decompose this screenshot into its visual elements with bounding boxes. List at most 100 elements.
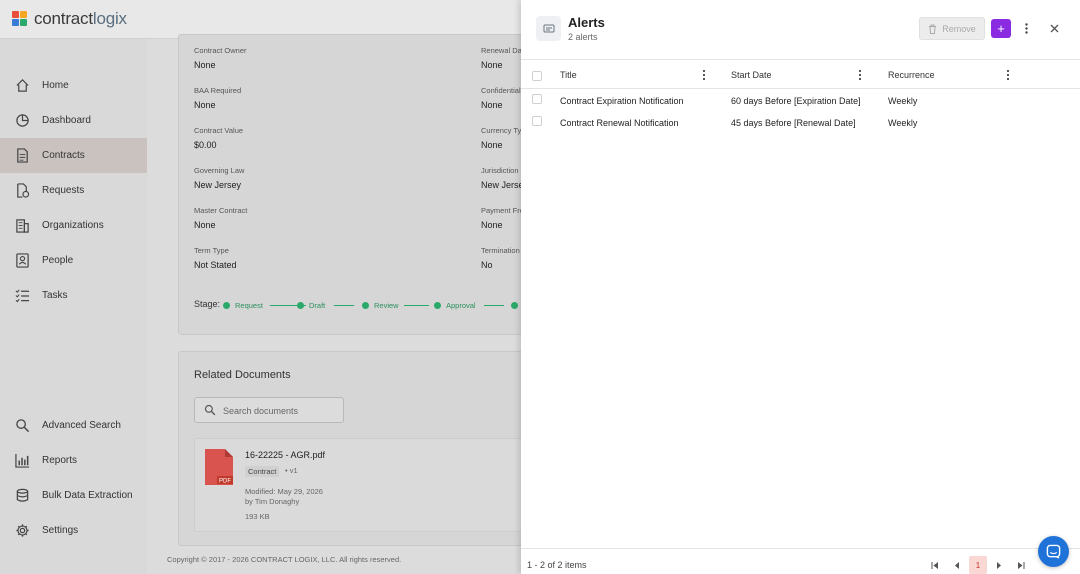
column-menu-icon[interactable] bbox=[857, 68, 863, 82]
field-value: None bbox=[481, 60, 503, 70]
alerts-count: 2 alerts bbox=[568, 32, 598, 42]
search-icon bbox=[16, 419, 30, 433]
stage-connector bbox=[404, 305, 429, 306]
first-page-button[interactable] bbox=[926, 556, 944, 574]
stage-approval[interactable]: Approval bbox=[446, 301, 476, 310]
alert-title[interactable]: Contract Renewal Notification bbox=[560, 118, 679, 128]
alert-recurrence: Weekly bbox=[888, 96, 918, 106]
field-value: None bbox=[194, 60, 216, 70]
requests-icon bbox=[17, 183, 30, 198]
sidebar-item-label: Home bbox=[42, 80, 69, 91]
sidebar-item-label: People bbox=[42, 255, 74, 266]
document-type-badge: Contract bbox=[245, 466, 280, 477]
contracts-icon bbox=[17, 148, 28, 163]
row-checkbox[interactable] bbox=[532, 116, 542, 126]
related-documents-card: Related Documents Search documents PDF 1… bbox=[178, 351, 538, 546]
related-documents-title: Related Documents bbox=[194, 369, 291, 381]
kebab-menu-icon bbox=[1024, 23, 1028, 34]
more-options-button[interactable] bbox=[1019, 19, 1033, 38]
document-name[interactable]: 16-22225 - AGR.pdf bbox=[245, 450, 325, 460]
search-icon bbox=[204, 404, 216, 416]
field-value: New Jerse bbox=[481, 180, 524, 190]
row-checkbox[interactable] bbox=[532, 94, 542, 104]
column-header-start-date[interactable]: Start Date bbox=[731, 70, 772, 80]
chat-icon bbox=[1046, 544, 1061, 559]
stage-dot-request bbox=[223, 302, 230, 309]
field-value: No bbox=[481, 260, 493, 270]
search-documents-input[interactable]: Search documents bbox=[194, 397, 344, 423]
alert-start-date: 45 days Before [Renewal Date] bbox=[731, 118, 856, 128]
stage-draft[interactable]: Draft bbox=[309, 301, 325, 310]
field-value: None bbox=[194, 100, 216, 110]
next-page-button[interactable] bbox=[990, 556, 1008, 574]
current-page-number: 1 bbox=[975, 560, 981, 570]
column-header-recurrence[interactable]: Recurrence bbox=[888, 70, 935, 80]
logo-mark-icon bbox=[12, 11, 28, 27]
sidebar-item-dashboard[interactable]: Dashboard bbox=[0, 103, 147, 138]
database-icon bbox=[16, 488, 29, 502]
sidebar-item-label: Reports bbox=[42, 455, 78, 466]
footer-copyright: Copyright © 2017 - 2026 CONTRACT LOGIX, … bbox=[167, 555, 402, 564]
sidebar-item-label: Organizations bbox=[42, 220, 104, 231]
sidebar-item-settings[interactable]: Settings bbox=[0, 513, 147, 548]
sidebar-item-bulk-data-extraction[interactable]: Bulk Data Extraction bbox=[0, 478, 147, 513]
previous-page-icon bbox=[955, 561, 959, 569]
page-button-current[interactable]: 1 bbox=[969, 556, 987, 574]
add-alert-button[interactable]: + bbox=[991, 19, 1011, 38]
field-value: None bbox=[194, 220, 216, 230]
last-page-button[interactable] bbox=[1012, 556, 1030, 574]
sidebar: Home Dashboard Contracts Requests Organi… bbox=[0, 39, 147, 574]
sidebar-item-reports[interactable]: Reports bbox=[0, 443, 147, 478]
trash-icon bbox=[929, 24, 937, 34]
stage-dot-review bbox=[362, 302, 369, 309]
stage-connector bbox=[484, 305, 504, 306]
stage-request[interactable]: Request bbox=[235, 301, 263, 310]
column-header-title[interactable]: Title bbox=[560, 70, 577, 80]
field-label: Term Type bbox=[194, 246, 229, 255]
document-item[interactable]: PDF 16-22225 - AGR.pdf Contract • v1 Mod… bbox=[194, 438, 524, 532]
document-modified: Modified: May 29, 2026 bbox=[245, 487, 323, 496]
stage-dot-next bbox=[511, 302, 518, 309]
field-label: Payment Fre bbox=[481, 206, 524, 215]
sidebar-item-advanced-search[interactable]: Advanced Search bbox=[0, 408, 147, 443]
next-page-icon bbox=[997, 561, 1001, 569]
pdf-file-icon: PDF bbox=[205, 449, 233, 485]
first-page-icon bbox=[931, 561, 938, 569]
sidebar-item-label: Settings bbox=[42, 525, 79, 536]
plus-icon: + bbox=[997, 21, 1005, 36]
previous-page-button[interactable] bbox=[948, 556, 966, 574]
field-value: None bbox=[481, 220, 503, 230]
field-value: None bbox=[481, 100, 503, 110]
document-author: by Tim Donaghy bbox=[245, 497, 300, 506]
logo-text: contractlogix bbox=[34, 9, 127, 28]
sidebar-item-contracts[interactable]: Contracts bbox=[0, 138, 147, 173]
sidebar-item-label: Dashboard bbox=[42, 115, 91, 126]
people-icon bbox=[16, 253, 29, 268]
close-button[interactable] bbox=[1046, 19, 1062, 38]
field-label: BAA Required bbox=[194, 86, 242, 95]
chat-button[interactable] bbox=[1038, 536, 1069, 567]
sidebar-item-home[interactable]: Home bbox=[0, 68, 147, 103]
alert-recurrence: Weekly bbox=[888, 118, 918, 128]
sidebar-item-tasks[interactable]: Tasks bbox=[0, 278, 147, 313]
sidebar-item-people[interactable]: People bbox=[0, 243, 147, 278]
alert-start-date: 60 days Before [Expiration Date] bbox=[731, 96, 861, 106]
svg-text:PDF: PDF bbox=[219, 479, 231, 485]
alerts-pager: 1 - 2 of 2 items 1 bbox=[521, 548, 1080, 574]
stage-review[interactable]: Review bbox=[374, 301, 399, 310]
field-label: Jurisdiction bbox=[481, 166, 519, 175]
column-menu-icon[interactable] bbox=[1005, 68, 1011, 82]
select-all-checkbox[interactable] bbox=[532, 71, 542, 81]
sidebar-item-requests[interactable]: Requests bbox=[0, 173, 147, 208]
field-label: Termination bbox=[481, 246, 520, 255]
alert-title[interactable]: Contract Expiration Notification bbox=[560, 96, 684, 106]
pager-info: 1 - 2 of 2 items bbox=[527, 560, 587, 570]
column-menu-icon[interactable] bbox=[701, 68, 707, 82]
remove-button[interactable]: Remove bbox=[919, 17, 985, 40]
field-value: Not Stated bbox=[194, 260, 237, 270]
contractlogix-logo[interactable]: contractlogix bbox=[12, 9, 127, 29]
sidebar-item-organizations[interactable]: Organizations bbox=[0, 208, 147, 243]
alerts-icon bbox=[536, 16, 561, 41]
contract-details-card: Contract Owner None BAA Required None Co… bbox=[178, 34, 538, 335]
alerts-grid-header: Title Start Date Recurrence bbox=[521, 59, 1080, 89]
